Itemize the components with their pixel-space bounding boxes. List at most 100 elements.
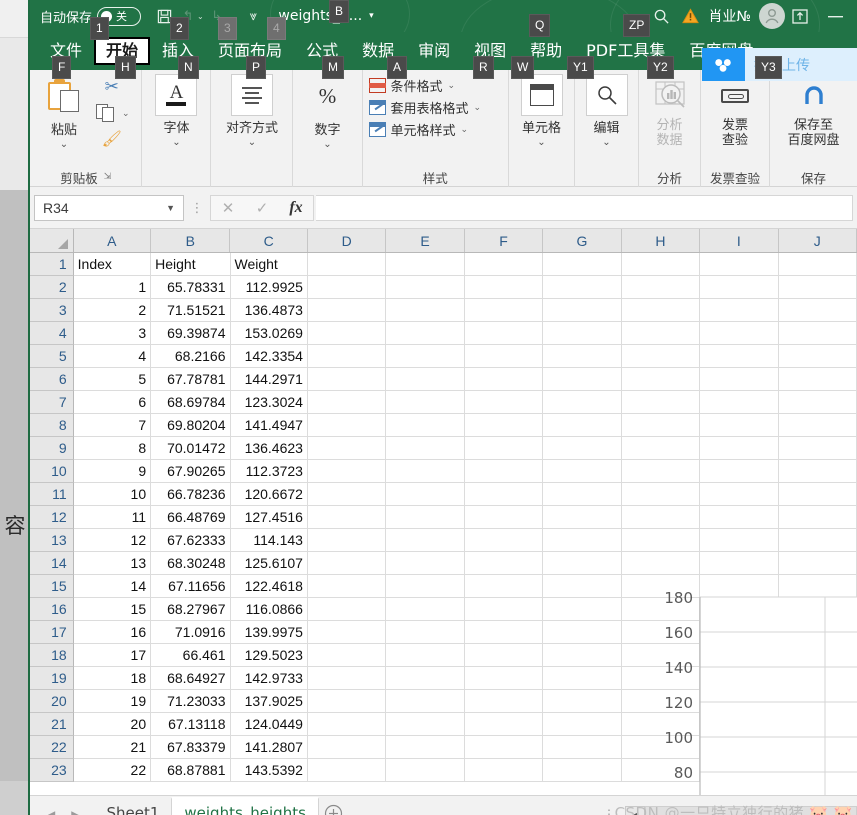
row-header-7[interactable]: 7	[30, 391, 74, 414]
sheet-tab-weights-heights[interactable]: weights_heights	[171, 797, 319, 815]
cell-C6[interactable]: 144.2971	[230, 368, 308, 391]
cell-F4[interactable]	[464, 322, 544, 345]
column-header-h[interactable]: H	[621, 229, 701, 252]
analyze-data-button[interactable]: 分析 数据	[645, 74, 694, 148]
ribbon-display-options-icon[interactable]	[785, 8, 815, 24]
document-title[interactable]: weights_h... ▾	[278, 8, 373, 24]
row-header-15[interactable]: 15	[30, 575, 74, 598]
cell-G22[interactable]	[543, 736, 622, 759]
row-header-5[interactable]: 5	[30, 345, 74, 368]
cell-F16[interactable]	[464, 598, 544, 621]
cell-H12[interactable]	[621, 506, 701, 529]
cell-G1[interactable]	[543, 253, 622, 276]
cell-H4[interactable]	[621, 322, 701, 345]
cell-G21[interactable]	[543, 713, 622, 736]
cell-E17[interactable]	[386, 621, 465, 644]
row-header-14[interactable]: 14	[30, 552, 74, 575]
cell-C23[interactable]: 143.5392	[230, 759, 308, 782]
cell-D20[interactable]	[307, 690, 387, 713]
paste-button[interactable]: 粘贴 ⌄	[36, 74, 92, 150]
row-header-10[interactable]: 10	[30, 460, 74, 483]
cell-H1[interactable]	[621, 253, 701, 276]
cell-H11[interactable]	[621, 483, 701, 506]
table-row[interactable]: 2 1 65.78331 112.9925	[30, 276, 857, 299]
cell-B23[interactable]: 68.87881	[151, 759, 231, 782]
row-header-11[interactable]: 11	[30, 483, 74, 506]
cut-icon[interactable]: ✂	[100, 76, 124, 98]
cell-A15[interactable]: 14	[73, 575, 152, 598]
search-icon[interactable]	[646, 3, 676, 29]
cell-E14[interactable]	[386, 552, 465, 575]
cell-J3[interactable]	[778, 299, 857, 322]
cell-C16[interactable]: 116.0866	[230, 598, 308, 621]
cell-C17[interactable]: 139.9975	[230, 621, 308, 644]
tab-review[interactable]: 审阅	[406, 37, 462, 65]
cell-B14[interactable]: 68.30248	[151, 552, 231, 575]
cell-E12[interactable]	[386, 506, 465, 529]
cell-I9[interactable]	[700, 437, 779, 460]
cell-E13[interactable]	[386, 529, 465, 552]
cell-J9[interactable]	[778, 437, 857, 460]
cell-J8[interactable]	[778, 414, 857, 437]
column-header-e[interactable]: E	[386, 229, 465, 252]
cell-F7[interactable]	[464, 391, 544, 414]
cell-C12[interactable]: 127.4516	[230, 506, 308, 529]
format-as-table-button[interactable]: 套用表格格式 ⌄	[368, 98, 481, 117]
cell-C21[interactable]: 124.0449	[230, 713, 308, 736]
cell-D7[interactable]	[307, 391, 387, 414]
cell-B7[interactable]: 68.69784	[151, 391, 231, 414]
column-header-g[interactable]: G	[543, 229, 622, 252]
alignment-button[interactable]: 对齐方式 ⌄	[217, 74, 286, 148]
cell-F6[interactable]	[464, 368, 544, 391]
name-box[interactable]: R34 ▼	[34, 194, 184, 221]
cell-B9[interactable]: 70.01472	[151, 437, 231, 460]
cell-B20[interactable]: 71.23033	[151, 690, 231, 713]
cell-B18[interactable]: 66.461	[151, 644, 231, 667]
cell-B12[interactable]: 66.48769	[151, 506, 231, 529]
cell-J6[interactable]	[778, 368, 857, 391]
warning-icon[interactable]	[676, 8, 704, 24]
cell-E4[interactable]	[386, 322, 465, 345]
cell-G4[interactable]	[543, 322, 622, 345]
dialog-launcher-icon[interactable]: ⇲	[104, 172, 112, 182]
column-header-j[interactable]: J	[778, 229, 857, 252]
cell-G11[interactable]	[543, 483, 622, 506]
cell-E19[interactable]	[386, 667, 465, 690]
cell-C14[interactable]: 125.6107	[230, 552, 308, 575]
cell-A21[interactable]: 20	[73, 713, 152, 736]
alignment-dropdown-icon[interactable]: ⌄	[248, 137, 256, 148]
row-header-8[interactable]: 8	[30, 414, 74, 437]
column-header-a[interactable]: A	[73, 229, 152, 252]
table-row[interactable]: 12 11 66.48769 127.4516	[30, 506, 857, 529]
column-header-c[interactable]: C	[230, 229, 308, 252]
invoice-check-button[interactable]: 发票 查验	[707, 74, 763, 148]
cell-B17[interactable]: 71.0916	[151, 621, 231, 644]
paste-dropdown-icon[interactable]: ⌄	[60, 139, 68, 150]
cell-B22[interactable]: 67.83379	[151, 736, 231, 759]
cell-I11[interactable]	[700, 483, 779, 506]
avatar[interactable]	[759, 3, 785, 29]
cell-A20[interactable]: 19	[73, 690, 152, 713]
cell-B4[interactable]: 69.39874	[151, 322, 231, 345]
cell-D22[interactable]	[307, 736, 387, 759]
cell-H7[interactable]	[621, 391, 701, 414]
cell-A2[interactable]: 1	[73, 276, 152, 299]
cell-A17[interactable]: 16	[73, 621, 152, 644]
cell-D16[interactable]	[307, 598, 387, 621]
cell-C4[interactable]: 153.0269	[230, 322, 308, 345]
cell-E1[interactable]	[386, 253, 465, 276]
cell-A16[interactable]: 15	[73, 598, 152, 621]
cell-C1[interactable]: Weight	[230, 253, 308, 276]
cell-I2[interactable]	[700, 276, 779, 299]
cell-H6[interactable]	[621, 368, 701, 391]
cell-D4[interactable]	[307, 322, 387, 345]
cell-B15[interactable]: 67.11656	[151, 575, 231, 598]
cell-A10[interactable]: 9	[73, 460, 152, 483]
row-header-12[interactable]: 12	[30, 506, 74, 529]
cell-G9[interactable]	[543, 437, 622, 460]
cell-C13[interactable]: 114.143	[230, 529, 308, 552]
cell-D9[interactable]	[307, 437, 387, 460]
cell-C20[interactable]: 137.9025	[230, 690, 308, 713]
cell-I7[interactable]	[700, 391, 779, 414]
row-header-19[interactable]: 19	[30, 667, 74, 690]
